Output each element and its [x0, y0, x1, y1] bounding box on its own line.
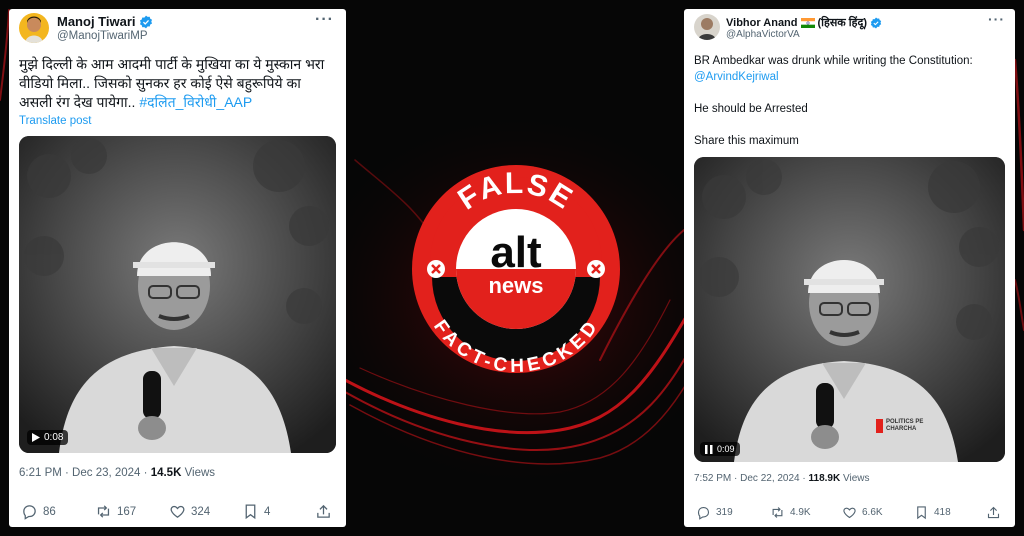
video-watermark: POLITICS PE CHARCHA — [886, 419, 923, 433]
repost-icon — [97, 505, 110, 518]
share-icon — [317, 504, 330, 518]
action-bar: 319 4.9K 6.6K 418 — [684, 505, 1015, 527]
tweet-card-vibhor-anand: Vibhor Anand (हिसक हिंदू) @AlphaVictorVA… — [684, 9, 1015, 527]
heart-icon — [843, 507, 856, 519]
repost-button[interactable]: 4.9K — [770, 505, 811, 520]
video-frame — [19, 136, 336, 453]
tweet-text-line: Share this maximum — [694, 135, 799, 147]
post-time[interactable]: 7:52 PM · Dec 22, 2024 · — [694, 473, 809, 484]
author-handle[interactable]: @ManojTiwariMP — [57, 30, 147, 42]
india-flag-icon — [800, 17, 815, 28]
tweet-card-manoj-tiwari: Manoj Tiwari @ManojTiwariMP ··· मुझे दिल… — [9, 9, 346, 527]
avatar-image — [694, 14, 720, 40]
bookmark-icon — [245, 504, 256, 520]
video-player[interactable]: 0:08 — [19, 136, 336, 453]
action-bar: 86 167 324 4 — [9, 503, 346, 525]
tweet-text: मुझे दिल्ली के आम आदमी पार्टी के मुखिया … — [19, 55, 341, 112]
like-button[interactable]: 324 — [169, 503, 210, 520]
post-meta: 7:52 PM · Dec 22, 2024 · 118.9K Views — [694, 473, 870, 484]
repost-count: 167 — [117, 505, 137, 518]
repost-button[interactable]: 167 — [95, 503, 136, 520]
bookmark-icon — [917, 506, 926, 520]
avatar-image — [19, 13, 49, 43]
altnews-fact-checked-badge: FALSE FACT-CHECKED alt news — [412, 165, 620, 375]
author-name-suffix[interactable]: (हिसक हिंदू) — [818, 15, 868, 30]
tweet-text-line: असली रंग देख पायेगा.. #दलित_विरोधी_AAP — [19, 93, 341, 112]
avatar[interactable] — [694, 14, 720, 40]
verified-badge-icon — [870, 17, 882, 28]
watermark-line: POLITICS PE — [886, 419, 924, 425]
tweet-text: BR Ambedkar was drunk while writing the … — [694, 53, 1009, 149]
bookmark-count: 418 — [934, 507, 951, 518]
bookmark-button[interactable]: 418 — [914, 505, 951, 520]
tweet-text-line: BR Ambedkar was drunk while writing the … — [694, 55, 973, 67]
reply-button[interactable]: 86 — [21, 503, 56, 520]
repost-icon — [772, 507, 783, 518]
reply-icon — [697, 506, 710, 520]
tweet-text-line: He should be Arrested — [694, 103, 808, 115]
video-duration-badge[interactable]: 0:09 — [700, 442, 740, 456]
heart-icon — [170, 505, 185, 518]
more-options-icon[interactable]: ··· — [988, 11, 1005, 27]
bookmark-count: 4 — [264, 505, 271, 518]
tweet-text-line-end: असली रंग देख पायेगा.. — [19, 94, 136, 110]
more-options-icon[interactable]: ··· — [315, 11, 334, 29]
verified-badge-icon — [139, 15, 152, 28]
video-player[interactable]: POLITICS PE CHARCHA 0:09 — [694, 157, 1005, 462]
share-button[interactable] — [986, 505, 1001, 520]
reply-count: 86 — [43, 505, 56, 518]
reply-count: 319 — [716, 507, 733, 518]
reply-button[interactable]: 319 — [696, 505, 733, 520]
views-label: Views — [181, 467, 216, 479]
share-button[interactable] — [315, 503, 332, 520]
video-duration-badge[interactable]: 0:08 — [27, 430, 69, 445]
hashtag-link[interactable]: #दलित_विरोधी_AAP — [139, 94, 252, 110]
view-count: 14.5K — [150, 467, 182, 479]
video-duration: 0:09 — [717, 444, 735, 454]
badge-logo-news: news — [488, 273, 543, 298]
play-icon — [32, 433, 40, 442]
like-count: 324 — [191, 505, 211, 518]
badge-x-icon-left — [427, 260, 445, 278]
pause-icon — [705, 444, 713, 454]
watermark-line: CHARCHA — [886, 426, 917, 432]
badge-logo-alt: alt — [490, 228, 542, 277]
author-handle[interactable]: @AlphaVictorVA — [726, 29, 800, 40]
share-icon — [987, 506, 1000, 519]
like-count: 6.6K — [862, 507, 883, 518]
post-time[interactable]: 6:21 PM · Dec 23, 2024 · — [19, 467, 151, 479]
badge-x-icon-right — [587, 260, 605, 278]
reply-icon — [23, 505, 36, 520]
repost-count: 4.9K — [790, 507, 811, 518]
bookmark-button[interactable]: 4 — [242, 503, 270, 520]
mention-link[interactable]: @ArvindKejriwal — [694, 69, 1009, 85]
post-meta: 6:21 PM · Dec 23, 2024 · 14.5K Views — [19, 467, 215, 479]
views-label: Views — [840, 473, 870, 484]
tweet-text-line: वीडियो मिला.. जिसको सुनकर हर कोई ऐसे बहु… — [19, 75, 301, 91]
avatar[interactable] — [19, 13, 49, 43]
tweet-text-line: मुझे दिल्ली के आम आदमी पार्टी के मुखिया … — [19, 56, 325, 72]
like-button[interactable]: 6.6K — [842, 505, 883, 520]
view-count: 118.9K — [808, 473, 841, 484]
author-name[interactable]: Vibhor Anand — [726, 17, 798, 29]
video-frame — [694, 157, 1005, 462]
video-duration: 0:08 — [44, 432, 64, 443]
translate-post-link[interactable]: Translate post — [19, 115, 91, 127]
author-name[interactable]: Manoj Tiwari — [57, 14, 136, 29]
